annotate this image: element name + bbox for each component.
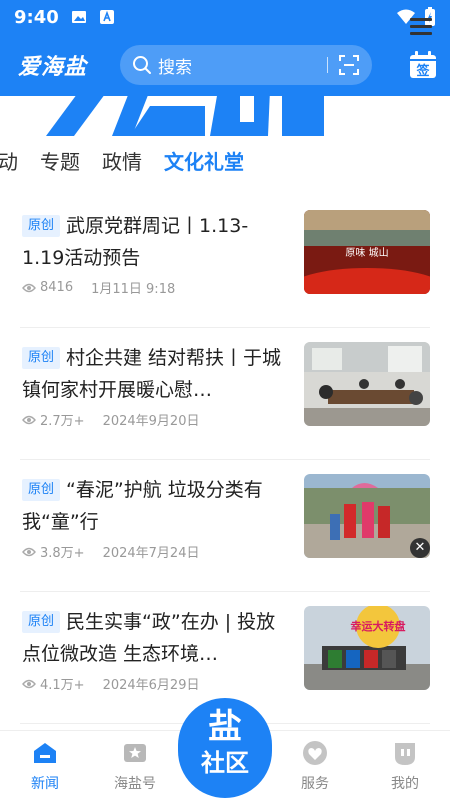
- search-icon: [133, 56, 151, 74]
- search-placeholder: 搜索: [158, 57, 192, 78]
- search-input[interactable]: 搜索: [120, 45, 372, 85]
- banner-logo-shapes: [46, 96, 324, 136]
- nav-label: 服务: [301, 776, 329, 792]
- community-center-button[interactable]: 盐 社区: [178, 698, 272, 798]
- sign-label: 签: [415, 63, 430, 79]
- original-badge: 原创: [22, 347, 61, 369]
- news-thumbnail[interactable]: ✕: [304, 474, 430, 558]
- nav-mine[interactable]: 我的: [370, 739, 440, 793]
- app-logo: 爱海盐: [18, 55, 88, 80]
- thumbnail-image: [304, 342, 430, 426]
- nav-label: 新闻: [31, 776, 59, 792]
- publish-date: 2024年6月29日: [102, 678, 200, 693]
- nav-service[interactable]: 服务: [280, 739, 350, 793]
- menu-button[interactable]: [410, 18, 432, 36]
- menu-line: [410, 32, 432, 35]
- nav-news[interactable]: 新闻: [10, 739, 80, 793]
- view-count: 4.1万+: [40, 678, 85, 693]
- original-badge: 原创: [22, 611, 61, 633]
- category-tabs: 动 专题 政情 文化礼堂: [0, 140, 400, 180]
- image-icon: [71, 11, 86, 23]
- app-header: 爱海盐 搜索 签: [0, 34, 450, 96]
- news-title: 原创 武原党群周记丨1.13-1.19活动预告: [22, 210, 290, 274]
- nav-label: 我的: [391, 776, 419, 792]
- news-title-text: 村企共建 结对帮扶丨于城镇何家村开展暖心慰…: [22, 347, 282, 401]
- thumbnail-image: 原味 城山: [304, 210, 430, 294]
- center-label-bottom: 社区: [201, 749, 249, 777]
- close-icon[interactable]: ✕: [410, 538, 430, 558]
- view-count: 2.7万+: [40, 414, 85, 429]
- news-meta: 4.1万+ 2024年6月29日: [22, 674, 199, 693]
- star-card-icon: [124, 744, 146, 762]
- thumbnail-caption: 幸运大转盘: [351, 619, 406, 633]
- news-item[interactable]: 原创 村企共建 结对帮扶丨于城镇何家村开展暖心慰… 2.7万+ 2024年9月20…: [20, 328, 430, 460]
- publish-date: 2024年7月24日: [102, 546, 200, 561]
- sign-in-button[interactable]: 签: [408, 50, 438, 80]
- news-meta: 2.7万+ 2024年9月20日: [22, 410, 199, 429]
- scan-icon[interactable]: [338, 54, 360, 76]
- status-time: 9:40: [14, 6, 59, 28]
- news-thumbnail[interactable]: [304, 342, 430, 426]
- menu-line: [410, 25, 432, 28]
- status-bar: 9:40: [0, 0, 450, 34]
- news-thumbnail[interactable]: 原味 城山: [304, 210, 430, 294]
- view-count: 3.8万+: [40, 546, 85, 561]
- news-title: 原创 “春泥”护航 垃圾分类有我“童”行: [22, 474, 290, 538]
- news-meta: 3.8万+ 2024年7月24日: [22, 542, 199, 561]
- publish-date: 2024年9月20日: [102, 414, 200, 429]
- views-eye-icon: [22, 679, 36, 688]
- tab-culture-hall[interactable]: 文化礼堂: [164, 146, 244, 175]
- news-home-icon: [34, 743, 56, 763]
- font-a-icon: [99, 10, 114, 24]
- news-meta: 8416 1月11日 9:18: [22, 278, 175, 297]
- thumbnail-image: 幸运大转盘: [304, 606, 430, 690]
- views-eye-icon: [22, 547, 36, 556]
- thumbnail-caption: 原味 城山: [345, 247, 388, 259]
- tab-politics[interactable]: 政情: [102, 146, 142, 175]
- banner-graphic[interactable]: [0, 96, 450, 138]
- news-item[interactable]: 原创 “春泥”护航 垃圾分类有我“童”行 3.8万+ 2024年7月24日 ✕: [20, 460, 430, 592]
- news-list: 原创 武原党群周记丨1.13-1.19活动预告 8416 1月11日 9:18 原…: [0, 196, 450, 724]
- search-divider: [327, 57, 328, 73]
- nav-haiyan-account[interactable]: 海盐号: [100, 739, 170, 793]
- center-label-top: 盐: [208, 707, 242, 747]
- view-count: 8416: [40, 280, 74, 295]
- calendar-sign-icon: 签: [410, 51, 436, 79]
- nav-label: 海盐号: [114, 776, 156, 792]
- publish-date: 1月11日 9:18: [91, 282, 176, 297]
- original-badge: 原创: [22, 215, 61, 237]
- menu-line: [410, 18, 432, 21]
- views-eye-icon: [22, 283, 36, 292]
- news-thumbnail[interactable]: 幸运大转盘: [304, 606, 430, 690]
- tab-topics[interactable]: 专题: [40, 146, 80, 175]
- news-title: 原创 村企共建 结对帮扶丨于城镇何家村开展暖心慰…: [22, 342, 290, 406]
- profile-face-icon: [395, 743, 415, 765]
- news-title: 原创 民生实事“政”在办 | 投放点位微改造 生态环境…: [22, 606, 290, 670]
- views-eye-icon: [22, 415, 36, 424]
- tab-partial[interactable]: 动: [0, 146, 18, 175]
- heart-service-icon: [303, 741, 327, 765]
- news-item[interactable]: 原创 武原党群周记丨1.13-1.19活动预告 8416 1月11日 9:18 原…: [20, 196, 430, 328]
- original-badge: 原创: [22, 479, 61, 501]
